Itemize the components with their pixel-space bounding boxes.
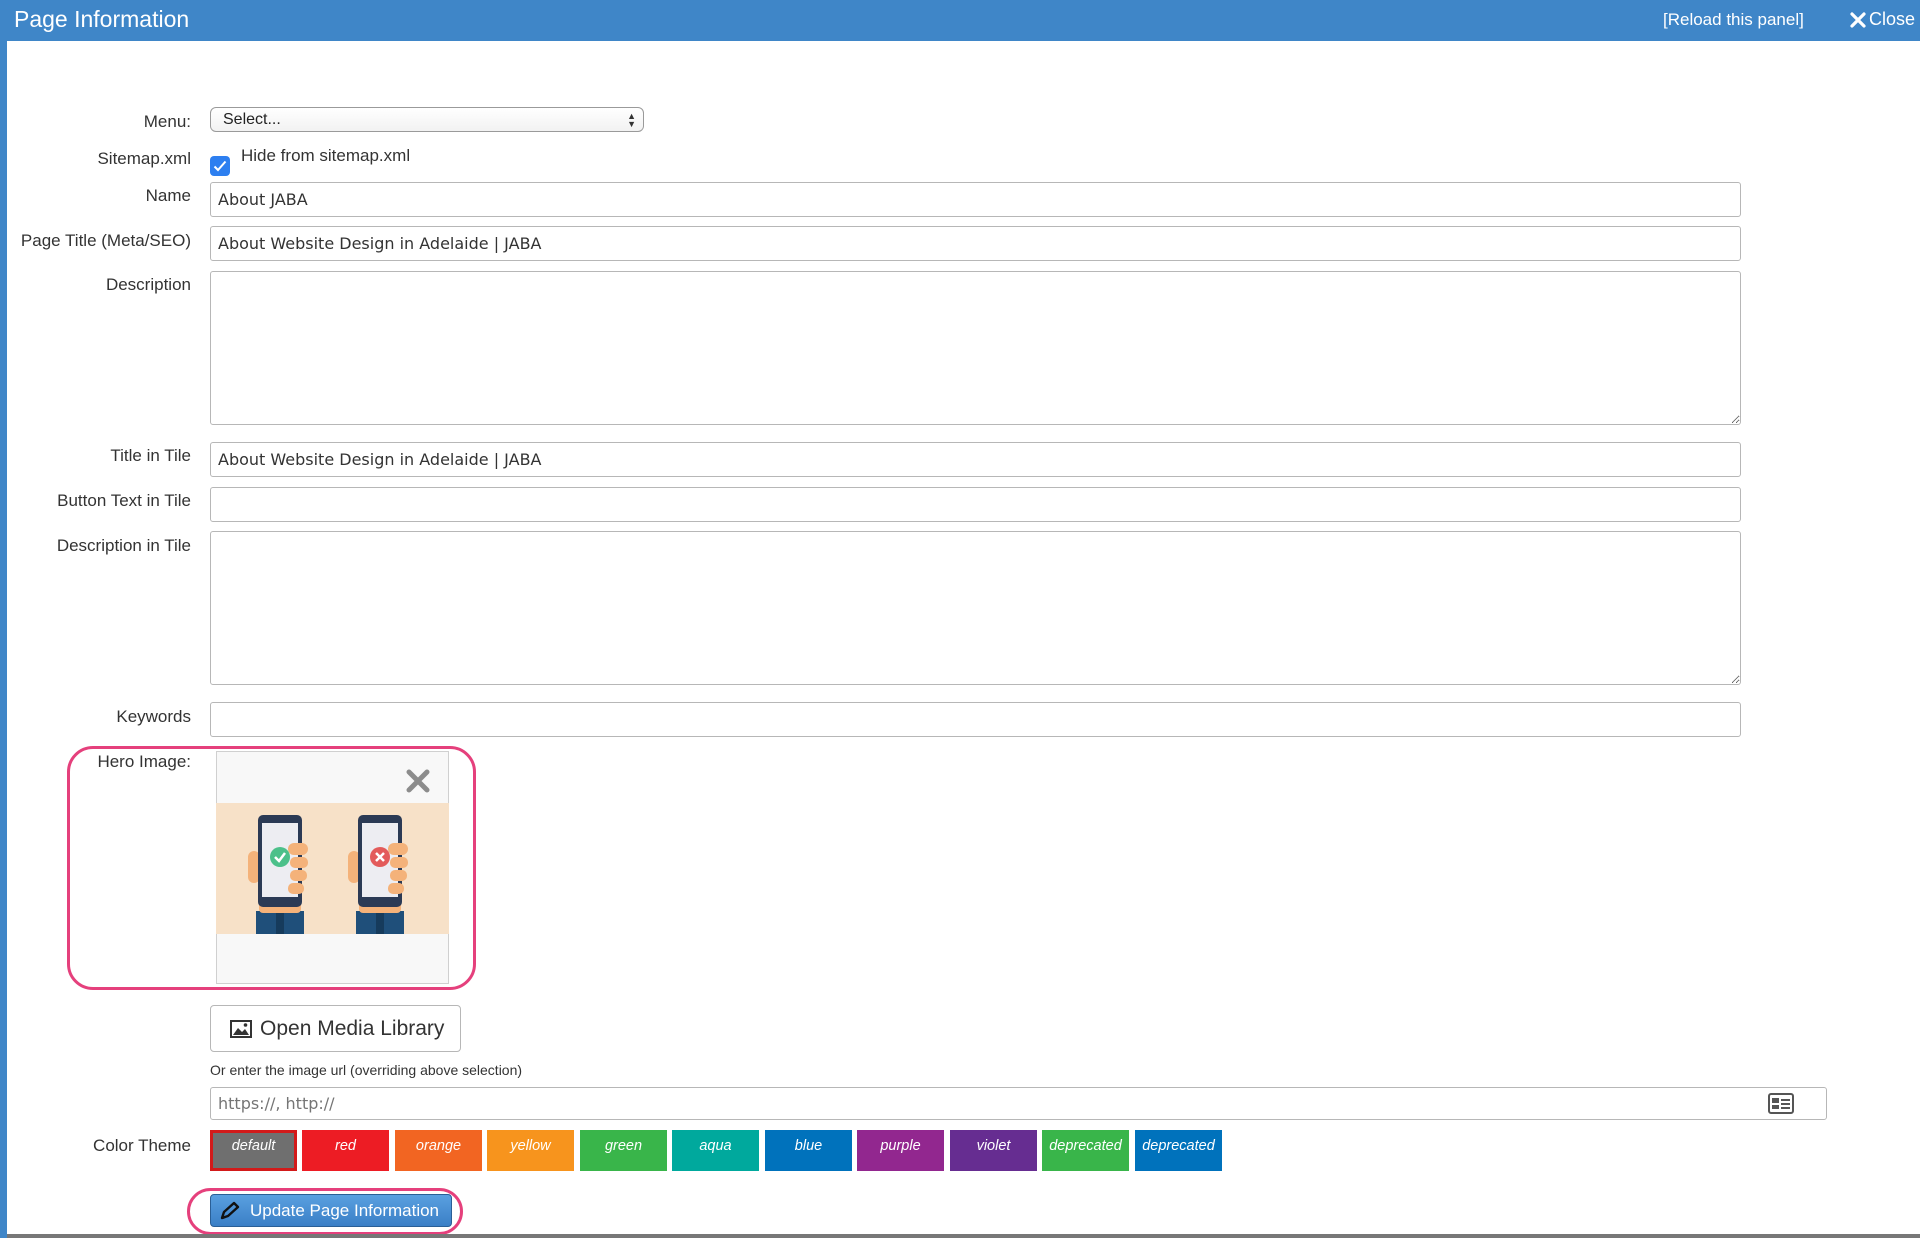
swatch-aqua[interactable]: aqua <box>672 1130 759 1171</box>
swatch-yellow[interactable]: yellow <box>487 1130 574 1171</box>
swatch-label: green <box>604 1138 643 1154</box>
panel-title: Page Information <box>14 6 190 32</box>
description-textarea[interactable] <box>210 271 1741 425</box>
swatch-orange[interactable]: orange <box>395 1130 482 1171</box>
pencil-icon <box>220 1201 240 1219</box>
swatch-label: deprecated <box>1142 1138 1215 1154</box>
image-url-note: Or enter the image url (overriding above… <box>210 1062 523 1078</box>
page-title-label: Page Title (Meta/SEO) <box>20 231 191 250</box>
bottom-border <box>7 1234 1920 1238</box>
close-button[interactable]: Close <box>1850 9 1915 30</box>
menu-select[interactable]: Select... ▲ ▼ <box>210 107 644 132</box>
description-in-tile-textarea[interactable] <box>210 531 1741 685</box>
panel-titlebar: Page Information [Reload this panel] Clo… <box>0 0 1920 41</box>
description-label: Description <box>105 275 191 294</box>
update-page-information-label: Update Page Information <box>250 1200 440 1220</box>
title-in-tile-input[interactable] <box>210 442 1741 477</box>
swatch-label: violet <box>976 1138 1011 1154</box>
swatch-label: deprecated <box>1049 1138 1122 1154</box>
swatch-label: aqua <box>699 1138 732 1154</box>
left-accent-bar <box>0 0 7 1238</box>
button-text-in-tile-input[interactable] <box>210 487 1741 522</box>
open-media-library-button[interactable]: Open Media Library <box>210 1005 461 1052</box>
checkmark-icon <box>213 160 227 172</box>
swatch-blue[interactable]: blue <box>765 1130 852 1171</box>
title-in-tile-label: Title in Tile <box>110 446 191 465</box>
update-page-information-button[interactable]: Update Page Information <box>210 1194 452 1227</box>
contact-card-icon[interactable] <box>1768 1093 1794 1114</box>
description-in-tile-label: Description in Tile <box>56 536 191 555</box>
hide-from-sitemap-checkbox[interactable] <box>210 156 230 176</box>
keywords-input[interactable] <box>210 702 1741 737</box>
name-label: Name <box>145 186 191 205</box>
swatch-label: purple <box>880 1138 921 1154</box>
open-media-library-label: Open Media Library <box>260 1016 445 1040</box>
hero-image-thumbnail <box>216 803 449 934</box>
remove-hero-image-icon[interactable] <box>405 768 431 794</box>
image-icon <box>230 1019 252 1038</box>
swatch-label: blue <box>794 1138 823 1154</box>
swatch-deprecated-blue[interactable]: deprecated <box>1135 1130 1222 1171</box>
color-theme-label: Color Theme <box>93 1136 191 1155</box>
page-title-input[interactable] <box>210 226 1741 261</box>
swatch-label: red <box>335 1138 356 1154</box>
menu-select-value: Select... <box>223 111 281 128</box>
name-input[interactable] <box>210 182 1741 217</box>
swatch-label: default <box>231 1138 276 1154</box>
swatch-label: orange <box>415 1138 462 1154</box>
sitemap-label: Sitemap.xml <box>97 149 191 168</box>
close-icon <box>1850 11 1866 28</box>
keywords-label: Keywords <box>116 707 191 726</box>
swatch-red[interactable]: red <box>302 1130 389 1171</box>
close-label: Close <box>1869 9 1916 29</box>
button-text-in-tile-label: Button Text in Tile <box>57 491 191 510</box>
swatch-purple[interactable]: purple <box>857 1130 944 1171</box>
swatch-label: yellow <box>510 1138 551 1154</box>
image-url-input[interactable] <box>210 1087 1827 1120</box>
phones-illustration-icon <box>248 815 408 934</box>
menu-label: Menu: <box>143 112 191 131</box>
select-arrows-icon: ▲ ▼ <box>627 111 636 129</box>
reload-panel-link[interactable]: [Reload this panel] <box>1663 10 1804 30</box>
swatch-default[interactable]: default <box>210 1130 297 1171</box>
hide-from-sitemap-label: Hide from sitemap.xml <box>241 146 411 165</box>
swatch-deprecated-green[interactable]: deprecated <box>1042 1130 1129 1171</box>
swatch-violet[interactable]: violet <box>950 1130 1037 1171</box>
swatch-green[interactable]: green <box>580 1130 667 1171</box>
